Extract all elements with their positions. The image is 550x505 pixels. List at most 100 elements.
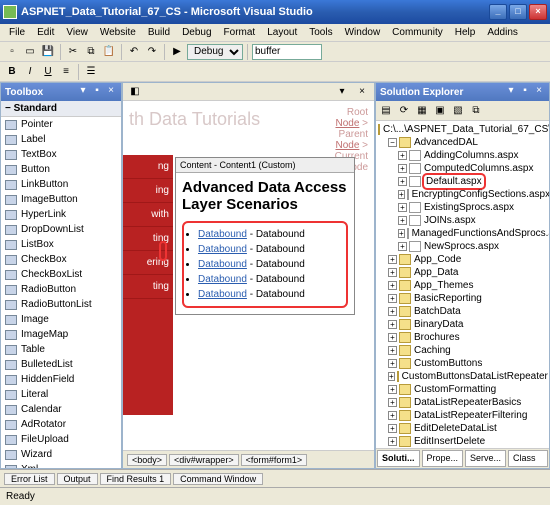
- open-icon[interactable]: ▭: [22, 44, 38, 60]
- tree-node[interactable]: −AdvancedDAL: [378, 136, 547, 149]
- underline-icon[interactable]: U: [40, 64, 56, 80]
- toolbox-item[interactable]: ImageButton: [1, 192, 121, 207]
- save-icon[interactable]: 💾: [40, 44, 56, 60]
- undo-icon[interactable]: ↶: [126, 44, 142, 60]
- expander-icon[interactable]: +: [388, 424, 397, 433]
- toolbox-item[interactable]: BulletedList: [1, 357, 121, 372]
- panel-tab[interactable]: Prope...: [422, 450, 464, 467]
- expander-icon[interactable]: +: [388, 346, 397, 355]
- toolbox-item[interactable]: RadioButton: [1, 282, 121, 297]
- tree-node[interactable]: + DataListRepeaterBasics: [378, 396, 547, 409]
- expander-icon[interactable]: +: [388, 398, 397, 407]
- menu-tools[interactable]: Tools: [304, 26, 337, 39]
- view-icon[interactable]: ◧: [127, 84, 143, 100]
- databound-link[interactable]: Databound: [198, 274, 247, 285]
- copy-icon[interactable]: ⧉: [83, 44, 99, 60]
- tree-node[interactable]: C:\...\ASPNET_Data_Tutorial_67_CS\: [378, 123, 547, 136]
- output-tab[interactable]: Output: [57, 473, 98, 485]
- menu-build[interactable]: Build: [143, 26, 175, 39]
- expander-icon[interactable]: +: [388, 333, 397, 342]
- cut-icon[interactable]: ✂: [65, 44, 81, 60]
- tree-node[interactable]: +JOINs.aspx: [378, 214, 547, 227]
- node-label[interactable]: App_Themes: [414, 279, 473, 292]
- config-select[interactable]: Debug: [187, 44, 243, 60]
- databound-link[interactable]: Databound: [198, 244, 247, 255]
- panel-tab[interactable]: Class ...: [508, 450, 548, 467]
- tree-node[interactable]: +BinaryData: [378, 318, 547, 331]
- properties-icon[interactable]: ▤: [378, 103, 394, 119]
- tree-node[interactable]: +DataListRepeaterFiltering: [378, 409, 547, 422]
- refresh-icon[interactable]: ⟳: [396, 103, 412, 119]
- expander-icon[interactable]: +: [388, 437, 397, 446]
- tree-node[interactable]: +Caching: [378, 344, 547, 357]
- close-button[interactable]: ×: [529, 4, 547, 20]
- tree-node[interactable]: + AddingColumns.aspx: [378, 149, 547, 162]
- close-icon[interactable]: ×: [354, 84, 370, 100]
- tree-node[interactable]: +BasicReporting: [378, 292, 547, 305]
- node-label[interactable]: ComputedColumns.aspx: [424, 162, 534, 175]
- tree-node[interactable]: +EditInsertDelete: [378, 435, 547, 448]
- toolbox-item[interactable]: LinkButton: [1, 177, 121, 192]
- node-label[interactable]: ExistingSprocs.aspx: [424, 201, 514, 214]
- node-label[interactable]: EncryptingConfigSections.aspx: [412, 188, 549, 201]
- menu-view[interactable]: View: [61, 26, 93, 39]
- expander-icon[interactable]: +: [398, 242, 407, 251]
- node-label[interactable]: BatchData: [414, 305, 461, 318]
- menu-addins[interactable]: Addins: [482, 26, 523, 39]
- design-canvas[interactable]: th Data Tutorials RootNode >ParentNode >…: [123, 101, 374, 450]
- nav-node[interactable]: Node >: [335, 140, 368, 151]
- tree-node[interactable]: +EncryptingConfigSections.aspx: [378, 188, 547, 201]
- expander-icon[interactable]: +: [388, 255, 397, 264]
- tree-node[interactable]: +App_Themes: [378, 279, 547, 292]
- output-tab[interactable]: Error List: [4, 473, 55, 485]
- toolbox-item[interactable]: Pointer: [1, 117, 121, 132]
- pin-icon[interactable]: ▪: [91, 86, 103, 98]
- toolbox-item[interactable]: CheckBox: [1, 252, 121, 267]
- databound-link[interactable]: Databound: [198, 229, 247, 240]
- minimize-button[interactable]: _: [489, 4, 507, 20]
- menu-community[interactable]: Community: [387, 26, 448, 39]
- list-icon[interactable]: ☰: [83, 64, 99, 80]
- paste-icon[interactable]: 📋: [101, 44, 117, 60]
- expander-icon[interactable]: +: [398, 164, 407, 173]
- node-label[interactable]: NewSprocs.aspx: [424, 240, 499, 253]
- toolbox-item[interactable]: Wizard: [1, 447, 121, 462]
- tag-chip[interactable]: <body>: [127, 454, 167, 466]
- expander-icon[interactable]: +: [398, 151, 407, 160]
- menu-debug[interactable]: Debug: [177, 26, 216, 39]
- tree-node[interactable]: +Brochures: [378, 331, 547, 344]
- align-icon[interactable]: ≡: [58, 64, 74, 80]
- pin-icon[interactable]: ▪: [519, 86, 531, 98]
- node-label[interactable]: CustomFormatting: [414, 383, 496, 396]
- new-icon[interactable]: ▫: [4, 44, 20, 60]
- toolbox-item[interactable]: FileUpload: [1, 432, 121, 447]
- panel-tab[interactable]: Serve...: [465, 450, 506, 467]
- node-label[interactable]: C:\...\ASPNET_Data_Tutorial_67_CS\: [383, 123, 549, 136]
- content-placeholder[interactable]: Content - Content1 (Custom) Advanced Dat…: [175, 157, 355, 315]
- nav-item-partial[interactable]: ng: [123, 155, 173, 179]
- dropdown-icon[interactable]: ▾: [77, 86, 89, 98]
- toolbox-item[interactable]: Literal: [1, 387, 121, 402]
- tree-node[interactable]: +CustomButtons: [378, 357, 547, 370]
- node-label[interactable]: App_Data: [414, 266, 458, 279]
- node-label[interactable]: Default.aspx: [424, 175, 484, 188]
- node-label[interactable]: DataListRepeaterBasics: [414, 396, 521, 409]
- toolbox-item[interactable]: ListBox: [1, 237, 121, 252]
- nav-node[interactable]: Node >: [335, 118, 368, 129]
- expander-icon[interactable]: +: [388, 294, 397, 303]
- expander-icon[interactable]: +: [398, 203, 407, 212]
- node-label[interactable]: App_Code: [414, 253, 461, 266]
- toolbox-item[interactable]: Button: [1, 162, 121, 177]
- italic-icon[interactable]: I: [22, 64, 38, 80]
- databound-link[interactable]: Databound: [198, 289, 247, 300]
- play-icon[interactable]: ▶: [169, 44, 185, 60]
- toolbox-item[interactable]: Xml: [1, 462, 121, 468]
- expander-icon[interactable]: +: [398, 229, 405, 238]
- expander-icon[interactable]: +: [398, 216, 407, 225]
- nav-item-partial[interactable]: ing: [123, 179, 173, 203]
- toolbox-item[interactable]: CheckBoxList: [1, 267, 121, 282]
- tree-node[interactable]: + App_Code: [378, 253, 547, 266]
- panel-tab[interactable]: Soluti...: [377, 450, 420, 467]
- nav-node[interactable]: Parent: [335, 129, 368, 140]
- node-label[interactable]: AddingColumns.aspx: [424, 149, 519, 162]
